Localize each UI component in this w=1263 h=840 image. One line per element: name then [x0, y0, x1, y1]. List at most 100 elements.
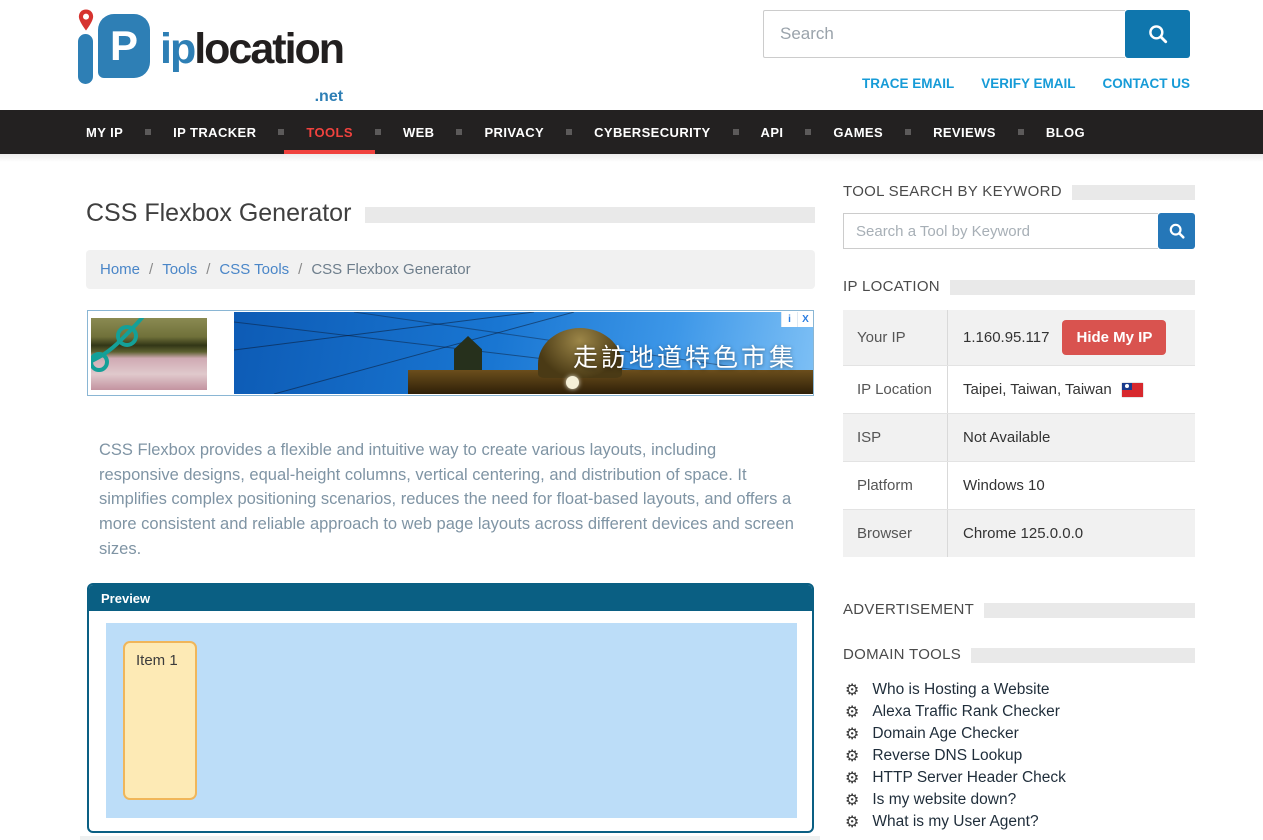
ad-choice-icons: i X — [781, 312, 813, 327]
row-value: Taipei, Taiwan, Taiwan — [948, 366, 1195, 413]
heading-rule — [950, 280, 1195, 295]
domain-tool-link[interactable]: Alexa Traffic Rank Checker — [872, 703, 1060, 721]
domain-tool-link[interactable]: Is my website down? — [872, 791, 1016, 809]
advertisement-heading-text: ADVERTISEMENT — [843, 601, 974, 618]
list-item: ⚙ Alexa Traffic Rank Checker — [845, 701, 1197, 723]
breadcrumb-separator: / — [206, 261, 210, 278]
breadcrumb-separator: / — [149, 261, 153, 278]
search-icon — [1147, 23, 1169, 45]
breadcrumb-css-tools[interactable]: CSS Tools — [219, 261, 289, 278]
ad-route-doodle — [91, 318, 207, 390]
list-item: ⚙ Who is Hosting a Website — [845, 679, 1197, 701]
ad-banner: 走訪地道特色市集 i X — [87, 310, 814, 396]
nav-item-web[interactable]: WEB — [381, 110, 457, 154]
domain-tool-link[interactable]: Domain Age Checker — [872, 725, 1018, 743]
taiwan-flag-icon — [1122, 383, 1143, 397]
domain-tools-heading: DOMAIN TOOLS — [843, 646, 1195, 663]
tool-search-button[interactable] — [1158, 213, 1195, 249]
nav-item-cybersecurity[interactable]: CYBERSECURITY — [572, 110, 732, 154]
domain-tool-link[interactable]: Who is Hosting a Website — [872, 681, 1049, 699]
gear-icon: ⚙ — [845, 704, 859, 720]
gear-icon: ⚙ — [845, 770, 859, 786]
nav-item-tools[interactable]: TOOLS — [284, 110, 375, 154]
table-row: Your IP 1.160.95.117 Hide My IP — [843, 310, 1195, 365]
row-label: Your IP — [843, 310, 948, 365]
gear-icon: ⚙ — [845, 748, 859, 764]
ad-caption: 走訪地道特色市集 — [573, 338, 797, 374]
tool-search-input[interactable] — [843, 213, 1158, 249]
heading-rule — [984, 603, 1195, 618]
nav-item-blog[interactable]: BLOG — [1024, 110, 1107, 154]
nav-item-reviews[interactable]: REVIEWS — [911, 110, 1018, 154]
flex-item-label: Item 1 — [136, 652, 178, 669]
trace-email-link[interactable]: TRACE EMAIL — [862, 76, 954, 91]
row-value: Windows 10 — [948, 462, 1195, 509]
search-icon — [1168, 222, 1186, 240]
nav-item-my-ip[interactable]: MY IP — [86, 110, 145, 154]
logo-wordmark: iplocation .net — [160, 28, 343, 88]
table-row: Browser Chrome 125.0.0.0 — [843, 509, 1195, 557]
list-item: ⚙ Domain Age Checker — [845, 723, 1197, 745]
page-title: CSS Flexbox Generator — [86, 199, 815, 228]
ip-address: 1.160.95.117 — [963, 329, 1049, 346]
row-value: Not Available — [948, 414, 1195, 461]
row-value: 1.160.95.117 Hide My IP — [948, 310, 1195, 365]
gear-icon: ⚙ — [845, 726, 859, 742]
logo-icon: P — [76, 8, 152, 88]
ad-image-left[interactable] — [91, 318, 207, 390]
domain-tool-link[interactable]: What is my User Agent? — [872, 813, 1038, 831]
ad-close-icon[interactable]: X — [797, 312, 813, 327]
list-item: ⚙ Reverse DNS Lookup — [845, 745, 1197, 767]
contact-us-link[interactable]: CONTACT US — [1103, 76, 1191, 91]
header: P iplocation .net TRACE EMAIL VERIFY EMA… — [0, 0, 1263, 110]
row-label: Browser — [843, 510, 948, 557]
main-nav: MY IP IP TRACKER TOOLS WEB PRIVACY CYBER… — [0, 110, 1263, 154]
tool-description: CSS Flexbox provides a flexible and intu… — [99, 438, 800, 562]
gear-icon: ⚙ — [845, 792, 859, 808]
tool-search — [843, 213, 1195, 249]
nav-item-games[interactable]: GAMES — [811, 110, 905, 154]
ad-info-icon[interactable]: i — [781, 312, 797, 327]
location-pin-icon — [77, 8, 95, 32]
ad-image-right[interactable]: 走訪地道特色市集 i X — [234, 312, 813, 394]
site-logo[interactable]: P iplocation .net — [76, 8, 343, 88]
ad-building-clock — [566, 376, 579, 389]
heading-rule — [971, 648, 1195, 663]
breadcrumb-separator: / — [298, 261, 302, 278]
ip-location-value: Taipei, Taiwan, Taiwan — [963, 381, 1112, 398]
page-title-text: CSS Flexbox Generator — [86, 199, 351, 228]
header-search — [763, 10, 1190, 58]
hide-my-ip-button[interactable]: Hide My IP — [1062, 320, 1166, 355]
row-label: ISP — [843, 414, 948, 461]
domain-tool-link[interactable]: HTTP Server Header Check — [872, 769, 1066, 787]
preview-panel-title: Preview — [101, 591, 150, 606]
nav-item-api[interactable]: API — [739, 110, 806, 154]
domain-tools-heading-text: DOMAIN TOOLS — [843, 646, 961, 663]
domain-tools-list: ⚙ Who is Hosting a Website ⚙ Alexa Traff… — [845, 679, 1197, 833]
breadcrumb: Home / Tools / CSS Tools / CSS Flexbox G… — [86, 250, 815, 289]
gear-icon: ⚙ — [845, 814, 859, 830]
nav-item-privacy[interactable]: PRIVACY — [462, 110, 566, 154]
tool-search-heading-text: TOOL SEARCH BY KEYWORD — [843, 183, 1062, 200]
table-row: ISP Not Available — [843, 413, 1195, 461]
table-row: IP Location Taipei, Taiwan, Taiwan — [843, 365, 1195, 413]
logo-i-stem — [78, 34, 93, 84]
list-item: ⚙ What is my User Agent? — [845, 811, 1197, 833]
advertisement-heading: ADVERTISEMENT — [843, 601, 1195, 618]
domain-tool-link[interactable]: Reverse DNS Lookup — [872, 747, 1022, 765]
nav-item-ip-tracker[interactable]: IP TRACKER — [151, 110, 278, 154]
preview-panel-header: Preview — [89, 585, 812, 611]
verify-email-link[interactable]: VERIFY EMAIL — [981, 76, 1075, 91]
breadcrumb-tools[interactable]: Tools — [162, 261, 197, 278]
row-value: Chrome 125.0.0.0 — [948, 510, 1195, 557]
list-item: ⚙ Is my website down? — [845, 789, 1197, 811]
page: P iplocation .net TRACE EMAIL VERIFY EMA… — [0, 0, 1263, 840]
table-row: Platform Windows 10 — [843, 461, 1195, 509]
breadcrumb-home[interactable]: Home — [100, 261, 140, 278]
tool-search-heading: TOOL SEARCH BY KEYWORD — [843, 183, 1195, 200]
logo-p-glyph: P — [98, 14, 150, 78]
header-search-button[interactable] — [1125, 10, 1190, 58]
header-search-input[interactable] — [763, 10, 1125, 58]
ip-location-table: Your IP 1.160.95.117 Hide My IP IP Locat… — [843, 310, 1195, 557]
row-label: IP Location — [843, 366, 948, 413]
